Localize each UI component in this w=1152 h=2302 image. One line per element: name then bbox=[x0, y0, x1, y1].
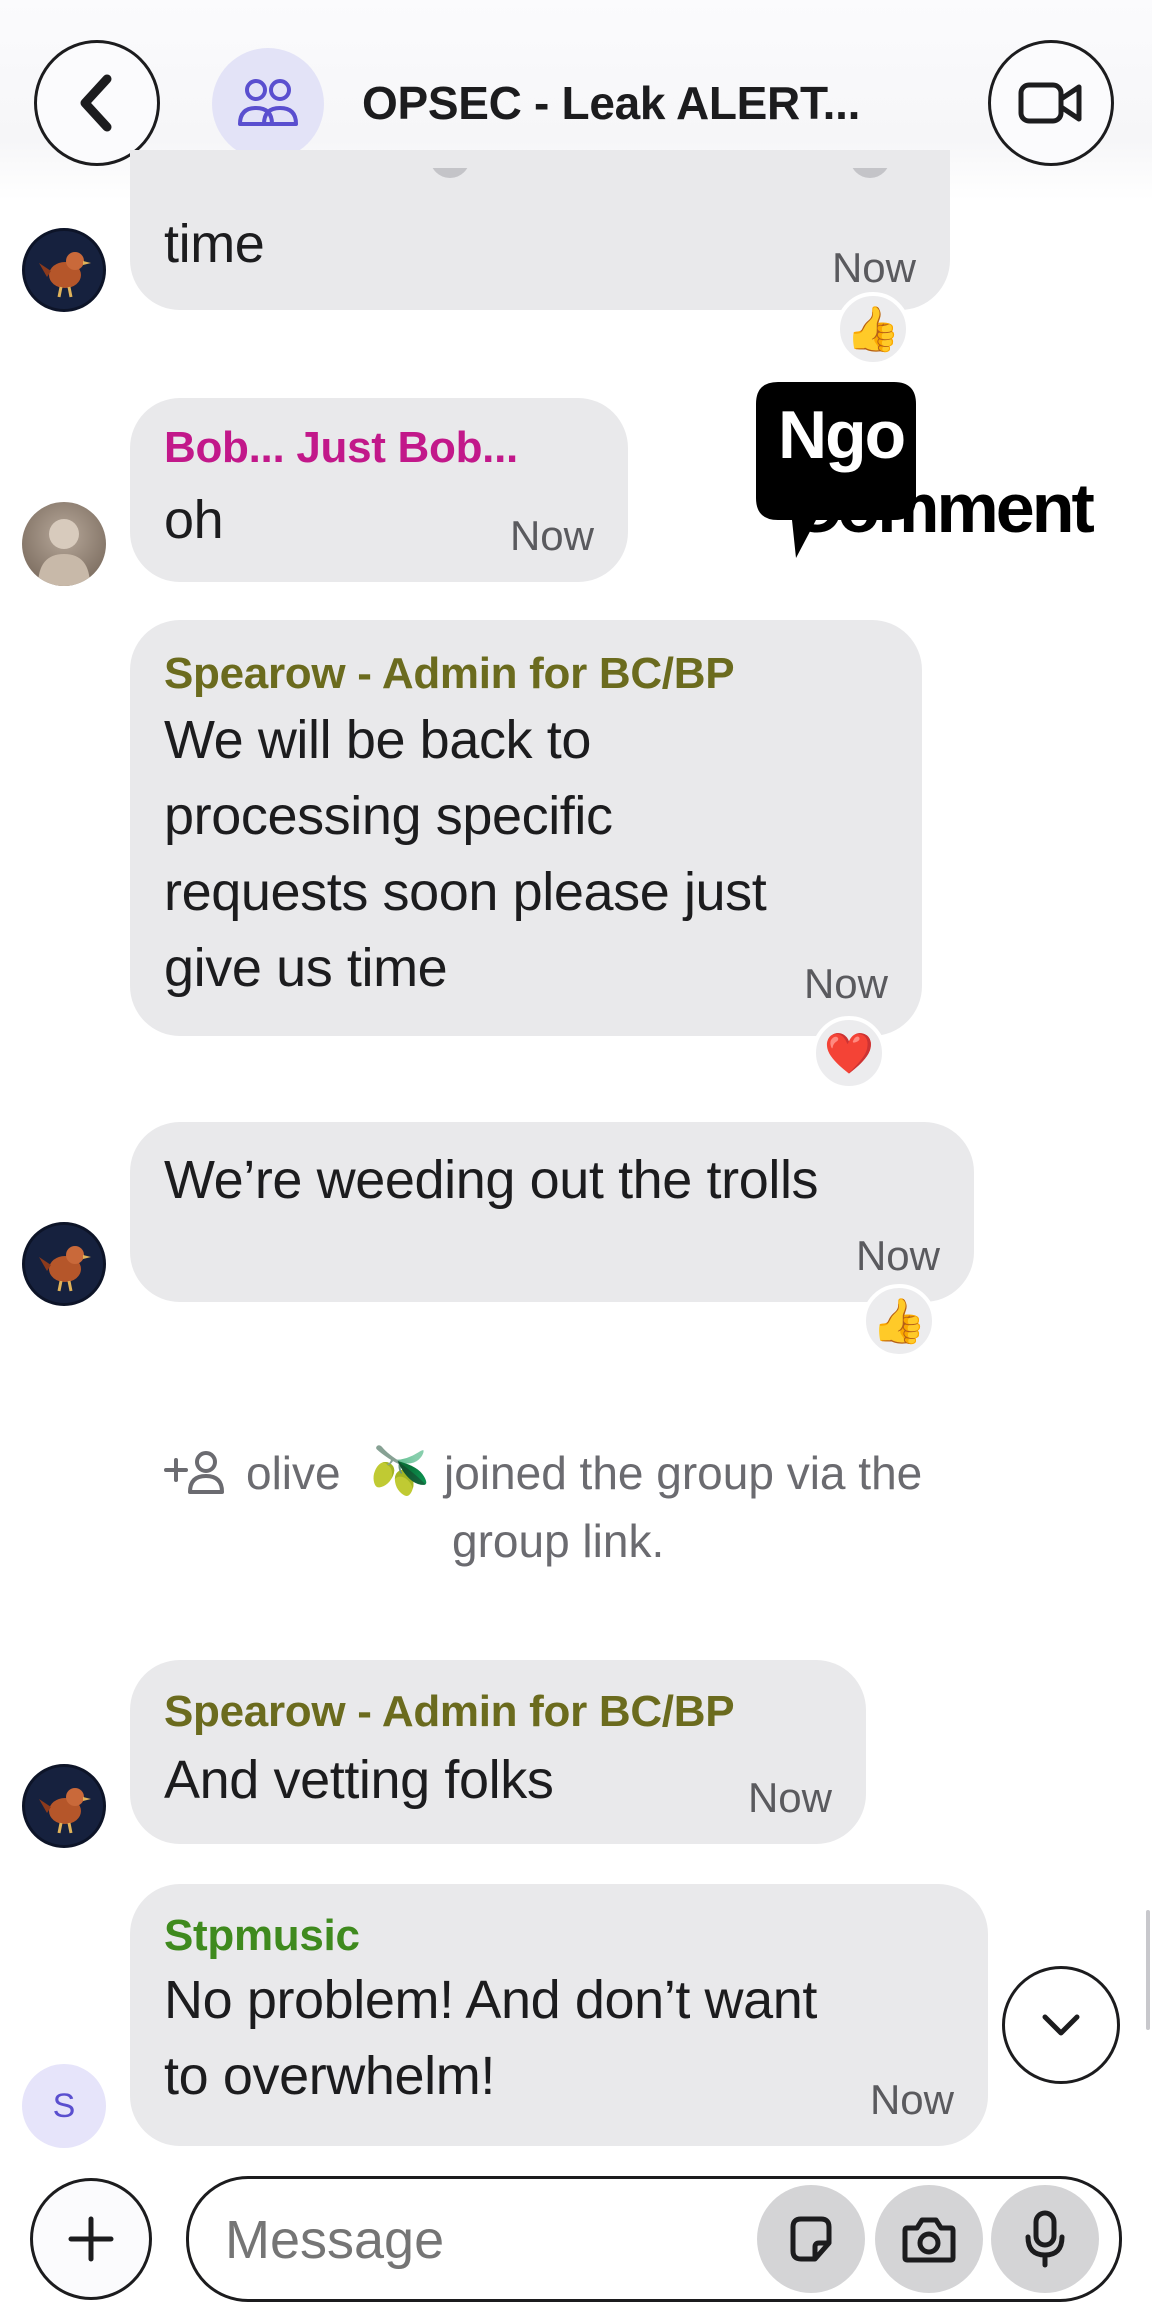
message-composer[interactable] bbox=[186, 2176, 1122, 2302]
message-time: Now bbox=[869, 2076, 954, 2123]
message-text-line: processing specific bbox=[164, 786, 613, 846]
message-text-line: give us time bbox=[164, 938, 448, 998]
avatar[interactable] bbox=[22, 1764, 106, 1848]
message-time: Now bbox=[831, 244, 916, 291]
message-bubble[interactable]: We’re weeding out the trolls Now bbox=[130, 1122, 974, 1302]
message-bubble[interactable]: Stpmusic No problem! And don’t want to o… bbox=[130, 1884, 988, 2146]
message-text-line: to overwhelm! bbox=[164, 2046, 495, 2106]
bird-avatar-icon bbox=[39, 1788, 91, 1834]
message-text-line: We will be back to bbox=[164, 710, 591, 770]
reaction-badge[interactable]: ❤️ bbox=[812, 1016, 886, 1090]
chevron-left-icon bbox=[80, 74, 112, 132]
thumbs-up-icon: 👍 bbox=[845, 305, 901, 354]
sender-name: Bob... Just Bob... bbox=[164, 423, 518, 472]
message-bubble[interactable]: Spearow - Admin for BC/BP And vetting fo… bbox=[130, 1660, 866, 1844]
system-event-line2: group link. bbox=[452, 1515, 665, 1567]
avatar[interactable]: S bbox=[22, 2064, 106, 2148]
olive-emoji: 🫒 bbox=[370, 1445, 430, 1498]
bird-avatar-icon bbox=[39, 1246, 91, 1292]
heart-icon: ❤️ bbox=[824, 1031, 874, 1076]
message-time: Now bbox=[855, 1232, 940, 1279]
message-text: oh bbox=[164, 490, 224, 550]
sticker-button[interactable] bbox=[757, 2185, 865, 2293]
microphone-button[interactable] bbox=[991, 2185, 1099, 2293]
video-camera-icon bbox=[1018, 82, 1082, 124]
clipped-text bbox=[130, 168, 950, 208]
scroll-down-button[interactable] bbox=[1002, 1966, 1120, 2084]
add-person-icon bbox=[164, 1451, 224, 1494]
message-time: Now bbox=[509, 512, 594, 559]
message-text-line: No problem! And don’t want bbox=[164, 1970, 817, 2030]
avatar[interactable] bbox=[22, 1222, 106, 1306]
message-text: We’re weeding out the trolls bbox=[164, 1150, 819, 1210]
message-text-line: requests soon please just bbox=[164, 862, 767, 922]
scrollbar[interactable] bbox=[1146, 1910, 1150, 2030]
message-time: Now bbox=[803, 960, 888, 1007]
sender-name: Stpmusic bbox=[164, 1911, 360, 1960]
message-input[interactable] bbox=[223, 2201, 727, 2279]
message-bubble[interactable]: Bob... Just Bob... oh Now bbox=[130, 398, 628, 582]
chevron-down-icon bbox=[1042, 2014, 1080, 2036]
avatar[interactable] bbox=[22, 228, 106, 312]
group-avatar[interactable] bbox=[212, 48, 324, 160]
watermark-line1: Ngo bbox=[778, 397, 906, 473]
watermark-line2: Comment bbox=[790, 469, 1095, 547]
message-bubble[interactable]: Spearow - Admin for BC/BP We will be bac… bbox=[130, 620, 922, 1036]
sender-name: Spearow - Admin for BC/BP bbox=[164, 1687, 735, 1736]
plus-icon bbox=[68, 2216, 114, 2262]
message-time: Now bbox=[747, 1774, 832, 1821]
reaction-badge[interactable]: 👍 bbox=[862, 1284, 936, 1358]
sender-name: Spearow - Admin for BC/BP bbox=[164, 649, 735, 698]
system-event-user[interactable]: olive bbox=[246, 1446, 341, 1500]
bird-avatar-icon bbox=[39, 252, 91, 298]
back-button[interactable] bbox=[34, 40, 160, 166]
thumbs-up-icon: 👍 bbox=[871, 1297, 927, 1346]
system-event-text: joined the group via the bbox=[444, 1447, 923, 1499]
sticker-icon bbox=[790, 2216, 832, 2262]
video-call-button[interactable] bbox=[988, 40, 1114, 166]
camera-button[interactable] bbox=[875, 2185, 983, 2293]
avatar[interactable] bbox=[22, 502, 106, 586]
reaction-badge[interactable]: 👍 bbox=[836, 292, 910, 366]
chat-title[interactable]: OPSEC - Leak ALERT... bbox=[362, 76, 860, 130]
camera-icon bbox=[902, 2217, 956, 2263]
message-text: And vetting folks bbox=[164, 1750, 554, 1810]
microphone-icon bbox=[1025, 2210, 1065, 2268]
group-icon bbox=[238, 79, 298, 126]
system-event-line1: olive 🫒 joined the group via the bbox=[162, 1442, 1062, 1502]
statue-avatar-icon bbox=[38, 519, 90, 586]
message-text: time bbox=[164, 214, 265, 274]
add-button[interactable] bbox=[30, 2178, 152, 2300]
